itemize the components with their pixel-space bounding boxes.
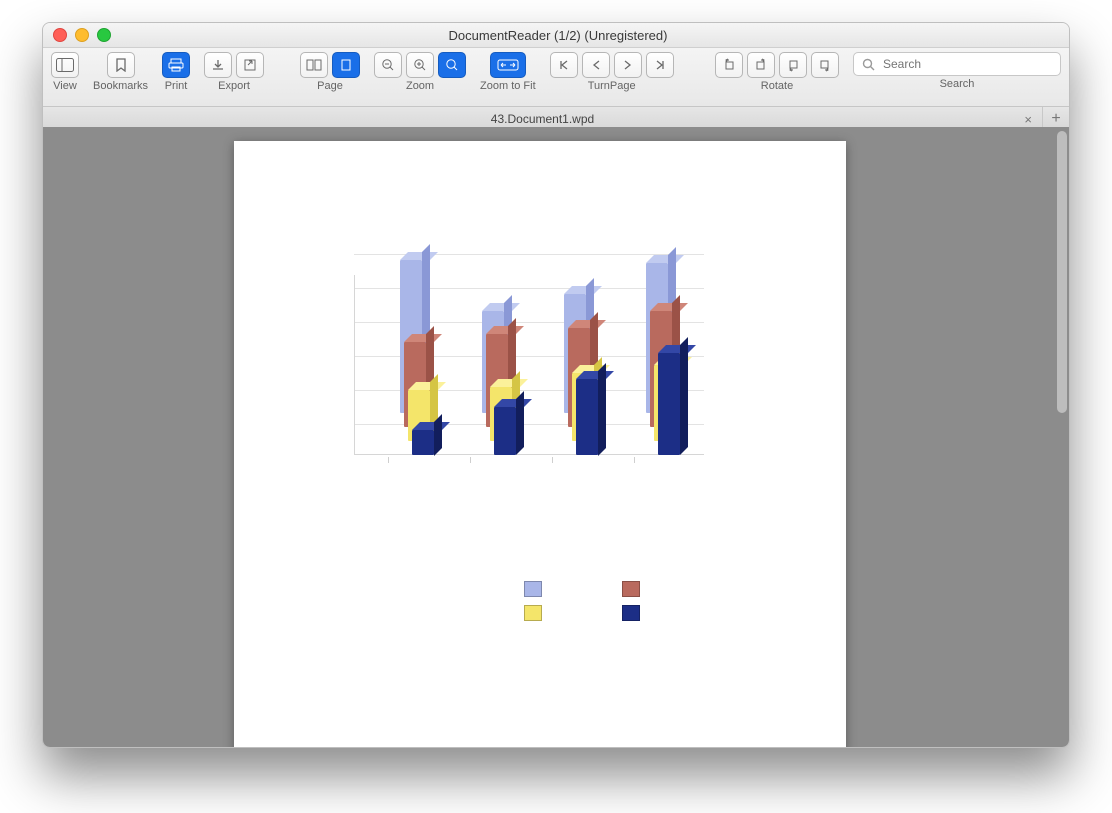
last-page-button[interactable] (646, 52, 674, 78)
first-page-button[interactable] (550, 52, 578, 78)
close-tab-icon[interactable]: × (1024, 112, 1032, 127)
print-button[interactable] (162, 52, 190, 78)
turnpage-label: TurnPage (588, 80, 636, 92)
view-button[interactable] (51, 52, 79, 78)
document-viewport (43, 127, 1069, 747)
bookmarks-button[interactable] (107, 52, 135, 78)
next-page-button[interactable] (614, 52, 642, 78)
print-label: Print (165, 80, 188, 92)
search-icon (862, 58, 875, 71)
page-facing-button[interactable] (300, 52, 328, 78)
rotate-right-button[interactable] (747, 52, 775, 78)
bar (494, 407, 516, 455)
bar (412, 430, 434, 456)
legend-swatch (622, 605, 640, 621)
legend-swatch (524, 581, 542, 597)
zoom-label: Zoom (406, 80, 434, 92)
rotate-left-alt-button[interactable] (779, 52, 807, 78)
zoom-actual-button[interactable] (438, 52, 466, 78)
titlebar: DocumentReader (1/2) (Unregistered) (43, 23, 1069, 48)
export-share-button[interactable] (236, 52, 264, 78)
page-single-button[interactable] (332, 52, 360, 78)
zoom-in-button[interactable] (406, 52, 434, 78)
export-download-button[interactable] (204, 52, 232, 78)
rotate-label: Rotate (761, 80, 793, 92)
bar (576, 379, 598, 456)
rotate-right-alt-button[interactable] (811, 52, 839, 78)
rotate-left-button[interactable] (715, 52, 743, 78)
vertical-scrollbar[interactable] (1057, 131, 1067, 743)
bar (658, 353, 680, 455)
chart (344, 265, 724, 605)
search-label: Search (940, 78, 975, 90)
document-tab-label: 43.Document1.wpd (491, 112, 594, 126)
view-label: View (53, 80, 77, 92)
search-field[interactable] (853, 52, 1061, 76)
scrollbar-thumb[interactable] (1057, 131, 1067, 413)
toolbar: View Bookmarks Print (43, 48, 1069, 107)
zoom-out-button[interactable] (374, 52, 402, 78)
zoom-to-fit-label: Zoom to Fit (480, 80, 536, 92)
search-input[interactable] (881, 56, 1052, 72)
document-page (234, 141, 846, 747)
zoom-to-fit-button[interactable] (490, 52, 526, 78)
app-window: DocumentReader (1/2) (Unregistered) View… (42, 22, 1070, 748)
window-title: DocumentReader (1/2) (Unregistered) (57, 28, 1059, 43)
legend-swatch (622, 581, 640, 597)
prev-page-button[interactable] (582, 52, 610, 78)
legend-swatch (524, 605, 542, 621)
page-label: Page (317, 80, 343, 92)
export-label: Export (218, 80, 250, 92)
bookmarks-label: Bookmarks (93, 80, 148, 92)
